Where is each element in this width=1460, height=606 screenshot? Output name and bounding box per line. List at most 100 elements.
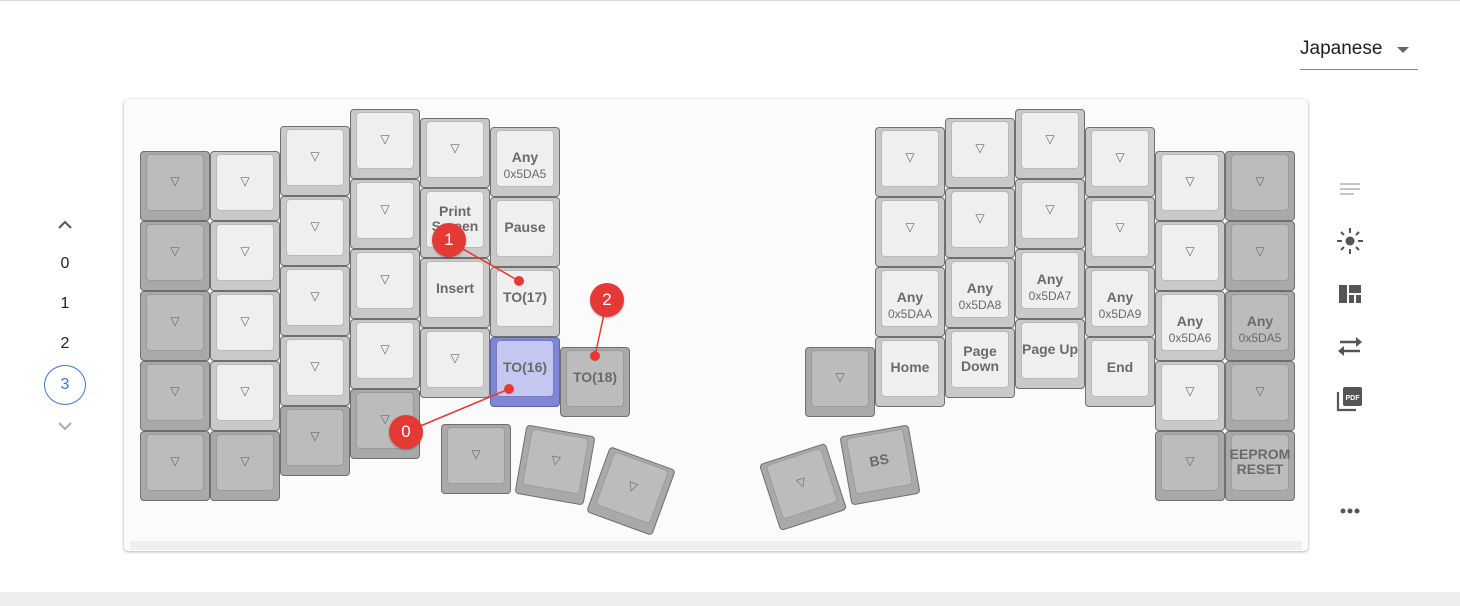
key[interactable]: ▽ bbox=[350, 249, 420, 319]
key[interactable]: ▽ bbox=[441, 424, 511, 494]
key-any-5da8[interactable]: Any 0x5DA8 bbox=[945, 258, 1015, 328]
key[interactable]: ▽ bbox=[140, 361, 210, 431]
key-page-up[interactable]: Page Up bbox=[1015, 319, 1085, 389]
triangle-icon: ▽ bbox=[1045, 202, 1055, 216]
layer-item-1[interactable]: 1 bbox=[44, 284, 86, 324]
key[interactable]: ▽ bbox=[140, 291, 210, 361]
key[interactable]: ▽ bbox=[420, 328, 490, 398]
key-label: Page Up bbox=[1021, 341, 1078, 357]
triangle-icon: ▽ bbox=[310, 359, 320, 373]
key-bs[interactable]: BS bbox=[839, 424, 921, 506]
triangle-icon: ▽ bbox=[170, 244, 180, 258]
language-select[interactable]: Japanese bbox=[1300, 36, 1418, 70]
key-any-5daa[interactable]: Any 0x5DAA bbox=[875, 267, 945, 337]
key-page-down[interactable]: Page Down bbox=[945, 328, 1015, 398]
key[interactable]: ▽ bbox=[350, 179, 420, 249]
triangle-icon: ▽ bbox=[905, 150, 915, 164]
key[interactable]: ▽ bbox=[875, 197, 945, 267]
key[interactable]: ▽ bbox=[210, 361, 280, 431]
key[interactable]: ▽ bbox=[140, 431, 210, 501]
chevron-up-icon[interactable] bbox=[55, 215, 75, 235]
key[interactable]: ▽ bbox=[805, 347, 875, 417]
key-label: Any bbox=[511, 149, 539, 165]
key[interactable]: ▽ bbox=[875, 127, 945, 197]
key[interactable]: ▽ bbox=[1225, 151, 1295, 221]
language-select-value: Japanese bbox=[1300, 38, 1383, 59]
key[interactable]: ▽ bbox=[945, 188, 1015, 258]
key[interactable]: ▽ bbox=[280, 266, 350, 336]
key-any-5da5[interactable]: Any 0x5DA5 bbox=[490, 127, 560, 197]
layout-icon[interactable] bbox=[1336, 280, 1364, 308]
key-to17[interactable]: TO(17) bbox=[490, 267, 560, 337]
pdf-icon[interactable]: PDF bbox=[1336, 385, 1364, 413]
lighting-icon[interactable] bbox=[1336, 227, 1364, 255]
key[interactable]: ▽ bbox=[1155, 431, 1225, 501]
key-label: 0x5DA6 bbox=[1168, 331, 1212, 345]
key[interactable]: ▽ bbox=[280, 126, 350, 196]
key[interactable]: ▽ bbox=[1015, 109, 1085, 179]
key[interactable]: ▽ bbox=[280, 196, 350, 266]
triangle-icon: ▽ bbox=[450, 351, 460, 365]
key-any-5da9[interactable]: Any 0x5DA9 bbox=[1085, 267, 1155, 337]
more-icon[interactable] bbox=[1336, 497, 1364, 525]
key[interactable]: ▽ bbox=[350, 319, 420, 389]
key[interactable]: ▽ bbox=[140, 221, 210, 291]
key[interactable]: ▽ bbox=[945, 118, 1015, 188]
triangle-icon: ▽ bbox=[1255, 384, 1265, 398]
triangle-icon: ▽ bbox=[240, 174, 250, 188]
key[interactable]: ▽ bbox=[350, 109, 420, 179]
marker-badge-2[interactable]: 2 bbox=[590, 283, 624, 317]
key[interactable]: ▽ bbox=[280, 406, 350, 476]
marker-badge-0[interactable]: 0 bbox=[389, 415, 423, 449]
layer-item-3[interactable]: 3 bbox=[44, 365, 86, 405]
triangle-icon: ▽ bbox=[170, 454, 180, 468]
key-end[interactable]: End bbox=[1085, 337, 1155, 407]
triangle-icon: ▽ bbox=[975, 141, 985, 155]
key[interactable]: ▽ bbox=[1225, 221, 1295, 291]
key[interactable]: ▽ bbox=[1155, 361, 1225, 431]
key[interactable]: ▽ bbox=[280, 336, 350, 406]
key-any-5da6[interactable]: Any 0x5DA6 bbox=[1155, 291, 1225, 361]
key[interactable]: ▽ bbox=[1155, 151, 1225, 221]
key-label: 0x5DA9 bbox=[1098, 307, 1142, 321]
triangle-icon: ▽ bbox=[1185, 174, 1195, 188]
key-pause[interactable]: Pause bbox=[490, 197, 560, 267]
layer-item-0[interactable]: 0 bbox=[44, 244, 86, 284]
key-thumb[interactable]: ▽ bbox=[514, 424, 596, 506]
layer-item-2[interactable]: 2 bbox=[44, 324, 86, 364]
key-eeprom-reset[interactable]: EEPROM RESET bbox=[1225, 431, 1295, 501]
key[interactable]: ▽ bbox=[140, 151, 210, 221]
triangle-icon: ▽ bbox=[1045, 132, 1055, 146]
key[interactable]: ▽ bbox=[210, 221, 280, 291]
key-to18[interactable]: TO(18) bbox=[560, 347, 630, 417]
key-label: Any bbox=[1176, 313, 1204, 329]
key[interactable]: ▽ bbox=[1085, 127, 1155, 197]
key[interactable]: ▽ bbox=[1155, 221, 1225, 291]
triangle-icon: ▽ bbox=[471, 447, 481, 461]
triangle-icon: ▽ bbox=[1115, 220, 1125, 234]
key-home[interactable]: Home bbox=[875, 337, 945, 407]
key-label: 0x5DA5 bbox=[503, 167, 547, 181]
key-label: Any bbox=[966, 280, 994, 296]
triangle-icon: ▽ bbox=[240, 454, 250, 468]
triangle-icon: ▽ bbox=[1255, 244, 1265, 258]
key[interactable]: ▽ bbox=[210, 291, 280, 361]
key-any-5da5-right[interactable]: Any 0x5DA5 bbox=[1225, 291, 1295, 361]
triangle-icon: ▽ bbox=[240, 384, 250, 398]
key[interactable]: ▽ bbox=[210, 151, 280, 221]
key[interactable]: ▽ bbox=[1015, 179, 1085, 249]
text-lines-icon[interactable] bbox=[1336, 176, 1364, 204]
key-any-5da7[interactable]: Any 0x5DA7 bbox=[1015, 249, 1085, 319]
swap-icon[interactable] bbox=[1336, 332, 1364, 360]
key[interactable]: ▽ bbox=[1085, 197, 1155, 267]
key[interactable]: ▽ bbox=[1225, 361, 1295, 431]
key-label: 0x5DA8 bbox=[958, 298, 1002, 312]
key[interactable]: ▽ bbox=[420, 118, 490, 188]
key[interactable]: ▽ bbox=[210, 431, 280, 501]
triangle-icon: ▽ bbox=[310, 149, 320, 163]
key-label: Down bbox=[960, 358, 1000, 374]
marker-badge-1[interactable]: 1 bbox=[432, 223, 466, 257]
key-insert[interactable]: Insert bbox=[420, 258, 490, 328]
key-to16-selected[interactable]: TO(16) bbox=[490, 337, 560, 407]
chevron-down-icon[interactable] bbox=[55, 416, 75, 436]
